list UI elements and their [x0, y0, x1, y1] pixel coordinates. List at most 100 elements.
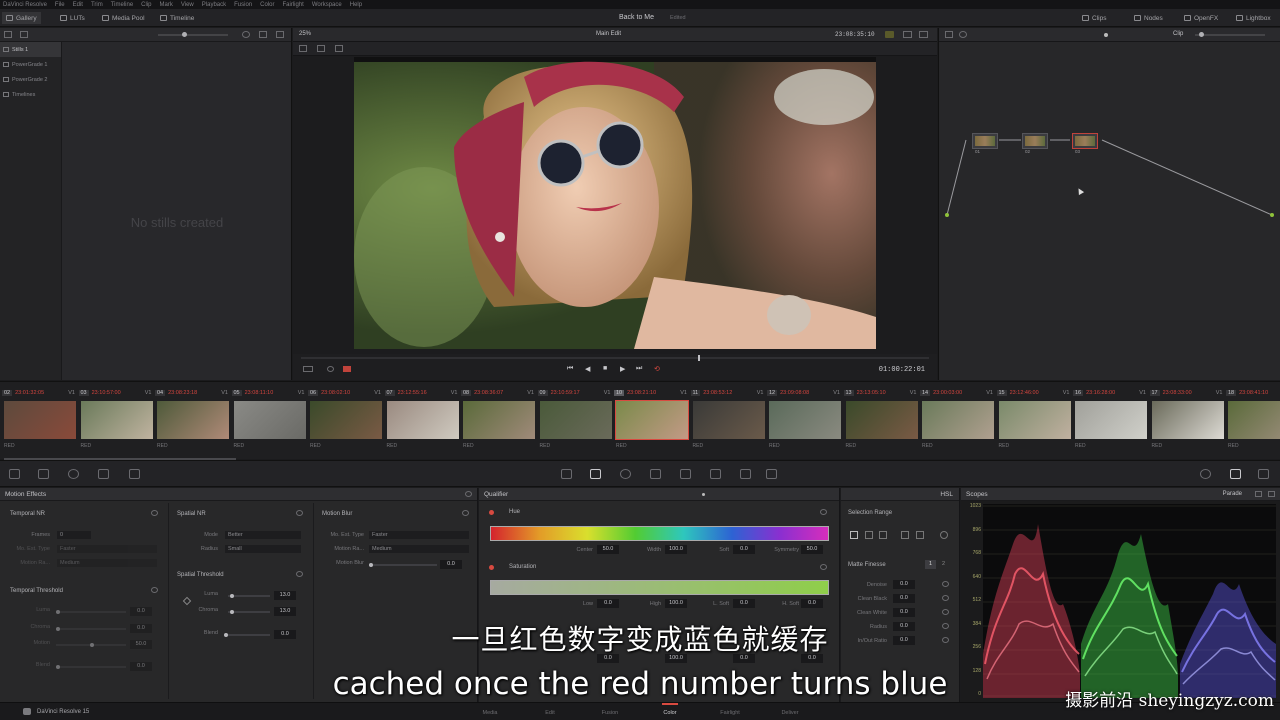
menu-item[interactable]: Edit — [73, 2, 83, 8]
sat-high-value[interactable]: 100.0 — [665, 599, 687, 608]
node-02[interactable]: 02 — [1022, 133, 1048, 154]
gallery-button[interactable]: Gallery — [2, 12, 41, 24]
page-tab-color[interactable]: Color — [650, 703, 690, 716]
node-01[interactable]: 01 — [972, 133, 998, 154]
saturation-range-bar[interactable] — [490, 580, 829, 595]
menu-item[interactable]: Mark — [160, 2, 173, 8]
matte-value[interactable]: 0.0 — [893, 580, 915, 589]
reset-icon[interactable] — [942, 609, 949, 615]
clip-thumbnail[interactable]: 09 23:10:59:17 V1 RED — [537, 387, 613, 454]
matte-tab-1[interactable]: 1 — [925, 560, 936, 569]
3d-icon[interactable] — [766, 469, 777, 479]
clip-thumbnail[interactable]: 1823:08:41:10V1RED — [1226, 387, 1280, 454]
hue-symmetry-value[interactable]: 50.0 — [801, 545, 823, 554]
page-tab-media[interactable]: Media — [470, 710, 510, 716]
menu-item[interactable]: Workspace — [312, 2, 342, 8]
thumbnail-size-slider[interactable] — [158, 32, 228, 37]
picker-minus-icon[interactable] — [865, 531, 873, 539]
reset-icon[interactable] — [151, 510, 158, 516]
radius-dropdown[interactable]: Small — [225, 545, 301, 553]
spatial-chroma-value[interactable]: 13.0 — [274, 607, 296, 616]
album-item[interactable]: PowerGrade 2 — [0, 72, 61, 87]
spatial-chroma-slider[interactable] — [228, 610, 270, 614]
split-icon[interactable] — [299, 45, 307, 52]
highlight-icon[interactable] — [885, 31, 894, 38]
reset-icon[interactable] — [462, 510, 469, 516]
album-item[interactable]: PowerGrade 1 — [0, 57, 61, 72]
reset-icon[interactable] — [942, 595, 949, 601]
scrub-bar[interactable] — [301, 355, 929, 361]
audio-mute-icon[interactable] — [343, 366, 351, 372]
luts-button[interactable]: LUTs — [56, 12, 89, 24]
menu-item[interactable]: Fusion — [234, 2, 252, 8]
hue-soft-value[interactable]: 0.0 — [733, 545, 755, 554]
clip-thumbnail[interactable]: 12 23:09:08:08 V1 RED — [767, 387, 842, 454]
openfx-button[interactable]: OpenFX — [1180, 12, 1222, 24]
menu-item[interactable]: Timeline — [111, 2, 133, 8]
page-tab-fairlight[interactable]: Fairlight — [710, 710, 750, 716]
sat-hsoft-value[interactable]: 0.0 — [801, 599, 823, 608]
menu-dot[interactable] — [702, 493, 705, 496]
key-icon[interactable] — [710, 469, 721, 479]
first-frame-icon[interactable]: ⏮ — [567, 365, 573, 373]
clip-thumbnail[interactable]: 11 23:08:53:12 V1 RED — [690, 387, 766, 454]
timeline-button[interactable]: Timeline — [156, 12, 198, 24]
qualifier-mode[interactable]: HSL — [940, 491, 953, 498]
grid-view-icon[interactable] — [259, 31, 267, 38]
mo-est-type-dropdown[interactable]: Faster — [57, 545, 157, 553]
sat-lsoft-value[interactable]: 0.0 — [733, 599, 755, 608]
scopes-icon[interactable] — [1230, 469, 1241, 479]
softness-plus-icon[interactable] — [916, 531, 924, 539]
output-dot[interactable] — [1270, 213, 1274, 217]
spatial-luma-value[interactable]: 13.0 — [274, 591, 296, 600]
hue-width-value[interactable]: 100.0 — [665, 545, 687, 554]
page-tab-edit[interactable]: Edit — [530, 710, 570, 716]
menu-item[interactable]: Trim — [91, 2, 103, 8]
frames-dropdown[interactable]: 0 — [57, 531, 91, 539]
media-pool-button[interactable]: Media Pool — [98, 12, 149, 24]
search-icon[interactable] — [242, 31, 250, 38]
motion-blur-value[interactable]: 0.0 — [440, 560, 462, 569]
menu-item[interactable]: View — [181, 2, 194, 8]
picker-icon[interactable] — [850, 531, 858, 539]
fullscreen-icon[interactable] — [919, 31, 928, 38]
source-input-dot[interactable] — [945, 213, 949, 217]
reset-icon[interactable] — [296, 571, 303, 577]
menu-item[interactable]: Color — [260, 2, 274, 8]
clip-thumbnail[interactable]: 13 23:13:05:10 V1 RED — [843, 387, 919, 454]
qualifier-icon[interactable] — [590, 469, 601, 479]
clip-thumbnail[interactable]: 02 23:01:32:05 V1 RED — [2, 387, 77, 454]
reset-icon[interactable] — [151, 587, 158, 593]
hue-center-value[interactable]: 50.0 — [597, 545, 619, 554]
info-icon[interactable] — [1200, 469, 1211, 479]
hue-range-bar[interactable] — [490, 526, 829, 541]
luma-slider[interactable] — [56, 610, 126, 614]
reset-icon[interactable] — [296, 510, 303, 516]
menu-item[interactable]: File — [55, 2, 65, 8]
rgb-mixer-icon[interactable] — [98, 469, 109, 479]
album-view-icon[interactable] — [4, 31, 12, 38]
picker-plus-icon[interactable] — [879, 531, 887, 539]
mb-range-dropdown[interactable]: Medium — [369, 545, 469, 553]
zoom-level[interactable]: 25% — [299, 31, 311, 37]
nodes-button[interactable]: Nodes — [1130, 12, 1167, 24]
page-tab-deliver[interactable]: Deliver — [770, 710, 810, 716]
sat-low-value[interactable]: 0.0 — [597, 599, 619, 608]
menu-item[interactable]: Help — [350, 2, 362, 8]
tracker-icon[interactable] — [650, 469, 661, 479]
scope-expand-icon[interactable] — [1268, 491, 1275, 497]
clip-thumbnail[interactable]: 03 23:10:57:00 V1 RED — [78, 387, 154, 454]
camera-raw-icon[interactable] — [9, 469, 20, 479]
luma-value[interactable]: 0.0 — [130, 607, 152, 616]
reset-icon[interactable] — [820, 564, 827, 570]
clip-thumbnail[interactable]: 15 23:12:46:00 V1 RED — [996, 387, 1072, 454]
motion-range-dropdown[interactable]: Medium — [57, 559, 157, 567]
clips-button[interactable]: Clips — [1078, 12, 1110, 24]
color-wheels-icon[interactable] — [68, 469, 79, 479]
mode-dropdown[interactable]: Better — [225, 531, 301, 539]
invert-icon[interactable] — [940, 531, 948, 539]
play-reverse-icon[interactable]: ◀ — [585, 365, 590, 373]
menu-item[interactable]: Playback — [202, 2, 226, 8]
curves-icon[interactable] — [561, 469, 572, 479]
album-item[interactable]: Timelines — [0, 87, 61, 102]
